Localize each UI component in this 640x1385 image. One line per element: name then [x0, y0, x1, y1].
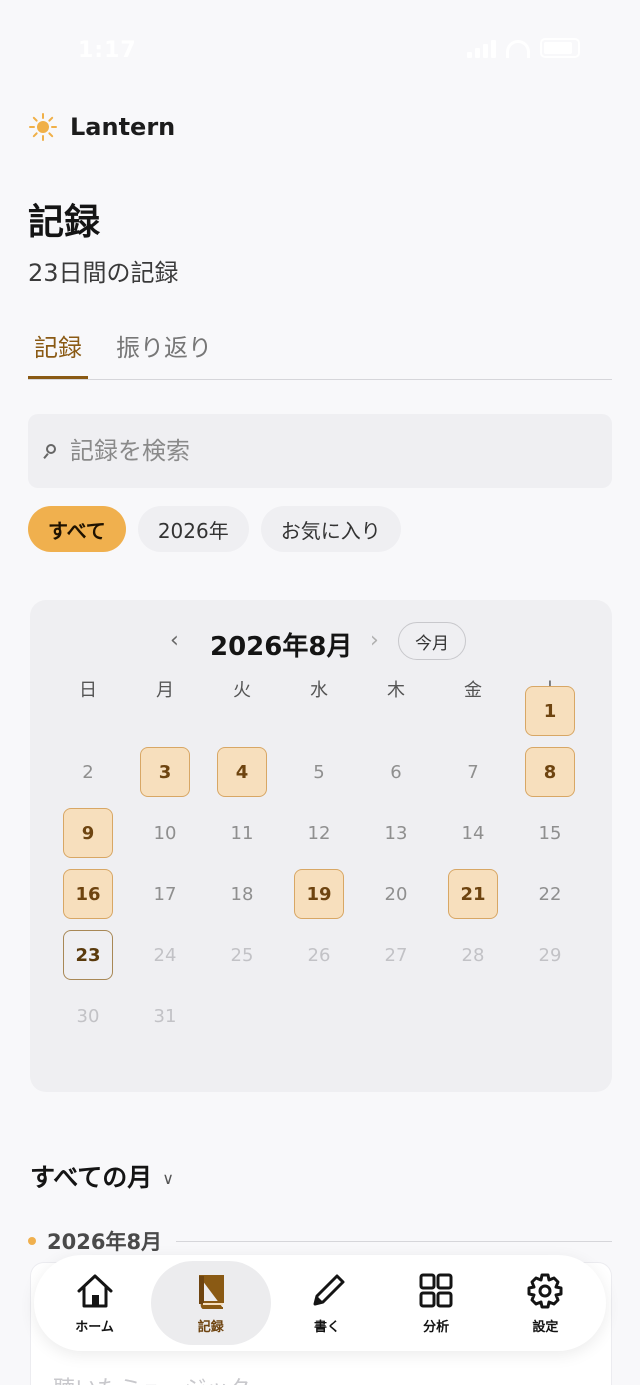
- all-months-dropdown[interactable]: すべての月 ∨: [30, 1158, 174, 1194]
- calendar-day: 18: [230, 883, 254, 905]
- tabbar-label-write: 書く: [313, 1319, 340, 1335]
- tab-reflection[interactable]: 振り返り: [110, 318, 218, 379]
- calendar-day: 2: [82, 761, 94, 783]
- calendar-day[interactable]: 19: [294, 869, 344, 919]
- month-dot: [28, 1237, 36, 1245]
- tabbar-item-settings[interactable]: 設定: [492, 1261, 598, 1345]
- calendar-day[interactable]: 23: [63, 930, 113, 980]
- calendar-day[interactable]: 3: [140, 747, 190, 797]
- calendar-day: 15: [538, 822, 562, 844]
- gear-icon: [527, 1273, 563, 1308]
- wifi-icon: [506, 40, 530, 58]
- tabbar-item-home[interactable]: ホーム: [42, 1261, 148, 1345]
- tab-records[interactable]: 記録: [28, 318, 88, 379]
- grid-icon: [419, 1273, 453, 1307]
- calendar-day: 27: [384, 944, 408, 966]
- weekday-label: 日: [79, 680, 97, 701]
- calendar-day: 14: [461, 822, 485, 844]
- tabbar-label-analytics: 分析: [423, 1319, 450, 1335]
- calendar-day: 20: [384, 883, 408, 905]
- calendar-day[interactable]: 9: [63, 808, 113, 858]
- month-section-heading: 2026年8月: [28, 1226, 612, 1256]
- divider: [176, 1240, 612, 1242]
- tabbar-label-settings: 設定: [532, 1319, 559, 1335]
- book-icon: [198, 1274, 224, 1309]
- sun-icon: [28, 112, 58, 142]
- search-icon: [46, 444, 56, 454]
- chevron-down-icon: ∨: [162, 1168, 174, 1188]
- chevron-right-icon[interactable]: ›: [370, 628, 379, 653]
- weekday-label: 水: [310, 680, 328, 701]
- calendar-day: 5: [313, 761, 325, 783]
- this-month-button[interactable]: 今月: [398, 622, 466, 660]
- calendar-day: 10: [153, 822, 177, 844]
- calendar-day: 26: [307, 944, 331, 966]
- calendar-day[interactable]: 21: [448, 869, 498, 919]
- weekday-label: 月: [156, 680, 174, 701]
- brand-name: Lantern: [70, 113, 176, 141]
- tab-bar: 記録 振り返り: [28, 318, 612, 380]
- calendar-day: 30: [76, 1005, 100, 1027]
- status-bar: 1:17: [0, 0, 640, 100]
- calendar-day[interactable]: 1: [525, 686, 575, 736]
- status-icons: [467, 38, 580, 58]
- month-heading-label: 2026年8月: [47, 1230, 163, 1254]
- tabbar-label-home: ホーム: [75, 1319, 114, 1335]
- page-title: 記録: [28, 202, 101, 243]
- calendar-day: 22: [538, 883, 562, 905]
- calendar-day: 17: [153, 883, 177, 905]
- weekday-label: 金: [464, 680, 482, 701]
- all-months-label: すべての月: [30, 1163, 153, 1192]
- tabbar-item-analytics[interactable]: 分析: [383, 1261, 489, 1345]
- calendar-header: ‹ 2026年8月 › 今月: [30, 622, 612, 664]
- calendar-day[interactable]: 4: [217, 747, 267, 797]
- calendar-day: 6: [390, 761, 402, 783]
- weekday-label: 木: [387, 680, 405, 701]
- tabbar-item-write[interactable]: 書く: [274, 1261, 380, 1345]
- search-input[interactable]: [70, 437, 570, 465]
- calendar-month-label: 2026年8月: [210, 632, 353, 662]
- filter-chips: すべて 2026年 お気に入り: [28, 506, 401, 552]
- battery-icon: [540, 38, 580, 58]
- calendar-day: 25: [230, 944, 254, 966]
- chevron-left-icon[interactable]: ‹: [170, 628, 179, 653]
- brand: Lantern: [28, 112, 175, 142]
- calendar-day: 11: [230, 822, 254, 844]
- signal-icon: [467, 38, 496, 58]
- calendar-day[interactable]: 16: [63, 869, 113, 919]
- tabbar-label-records: 記録: [197, 1319, 224, 1335]
- status-time: 1:17: [78, 38, 137, 63]
- calendar: ‹ 2026年8月 › 今月 日月火水木金土 12345678910111213…: [30, 600, 612, 1092]
- calendar-day: 28: [461, 944, 485, 966]
- filter-chip-year[interactable]: 2026年: [137, 506, 249, 552]
- filter-chip-all[interactable]: すべて: [28, 506, 126, 552]
- pencil-icon: [313, 1274, 345, 1305]
- search-bar[interactable]: [28, 414, 612, 488]
- home-icon: [77, 1274, 113, 1307]
- calendar-day[interactable]: 8: [525, 747, 575, 797]
- weekday-label: 火: [233, 680, 251, 701]
- page-subtitle: 23日間の記録: [28, 259, 179, 287]
- bottom-tab-bar: ホーム 記録 書く 分析 設定: [34, 1255, 606, 1351]
- calendar-day: 24: [153, 944, 177, 966]
- tabbar-item-records[interactable]: 記録: [150, 1261, 271, 1345]
- calendar-day: 29: [538, 944, 562, 966]
- calendar-day: 31: [153, 1005, 177, 1027]
- calendar-day: 12: [307, 822, 331, 844]
- filter-chip-favorites[interactable]: お気に入り: [260, 506, 401, 552]
- calendar-day: 13: [384, 822, 408, 844]
- calendar-day: 7: [467, 761, 479, 783]
- entry-preview-title: 聴いたミュージック: [53, 1371, 251, 1385]
